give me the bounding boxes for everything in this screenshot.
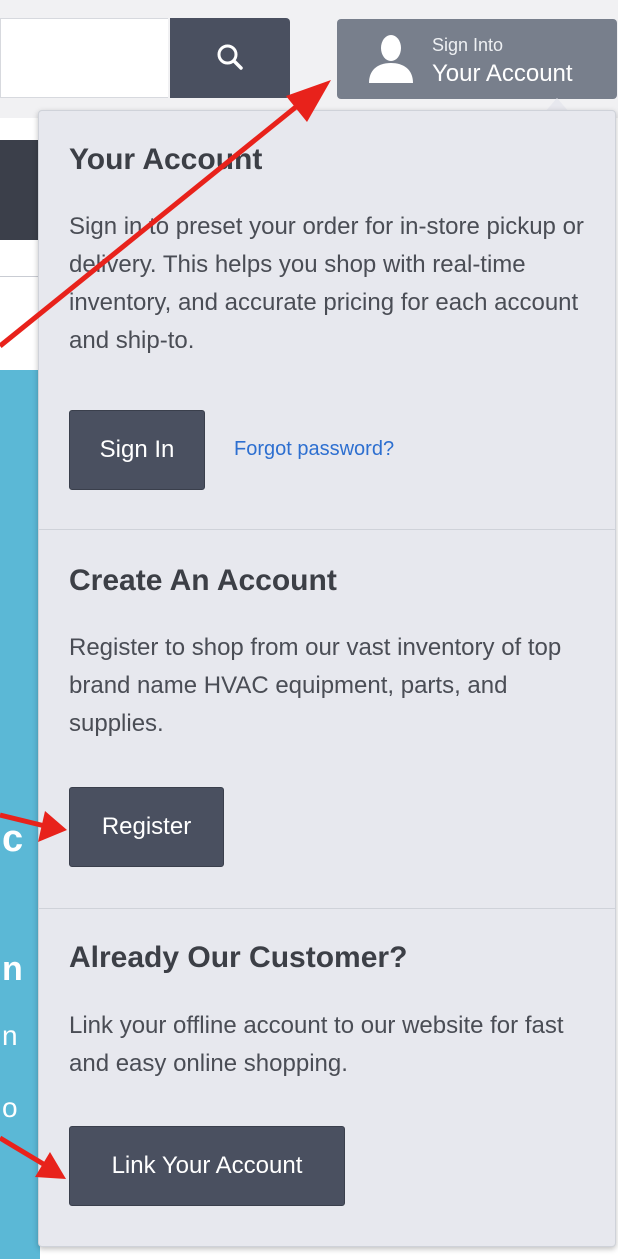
account-button-line1: Sign Into — [432, 35, 504, 55]
page-hero-banner: c n n o — [0, 370, 40, 1259]
link-your-account-button[interactable]: Link Your Account — [69, 1126, 345, 1206]
hero-glyph: c — [2, 818, 24, 860]
create-account-description: Register to shop from our vast inventory… — [69, 634, 562, 737]
account-dropdown: Your Account Sign in to preset your orde… — [38, 110, 616, 1247]
page-divider — [0, 276, 40, 277]
sign-in-button[interactable]: Sign In — [69, 410, 205, 490]
account-button-line2: Your Account — [432, 60, 573, 87]
hero-glyph: n — [2, 950, 23, 988]
create-account-section: Create An Account Register to shop from … — [39, 530, 615, 909]
existing-customer-description: Link your offline account to our website… — [69, 1012, 564, 1077]
create-account-heading: Create An Account — [69, 564, 337, 597]
register-button[interactable]: Register — [69, 787, 224, 867]
search-input[interactable] — [0, 18, 168, 98]
search-icon — [217, 44, 243, 70]
your-account-heading: Your Account — [69, 143, 263, 176]
your-account-section: Your Account Sign in to preset your orde… — [39, 111, 615, 529]
existing-customer-heading: Already Our Customer? — [69, 941, 408, 974]
page-nav-band — [0, 140, 40, 240]
your-account-description: Sign in to preset your order for in-stor… — [69, 213, 584, 354]
user-icon — [369, 35, 413, 83]
sign-into-account-button[interactable]: Sign Into Your Account — [337, 19, 617, 99]
hero-glyph: n — [2, 1020, 18, 1051]
forgot-password-link[interactable]: Forgot password? — [234, 438, 394, 461]
search-button[interactable] — [170, 18, 290, 98]
existing-customer-section: Already Our Customer? Link your offline … — [39, 909, 615, 1246]
hero-glyph: o — [2, 1092, 18, 1123]
